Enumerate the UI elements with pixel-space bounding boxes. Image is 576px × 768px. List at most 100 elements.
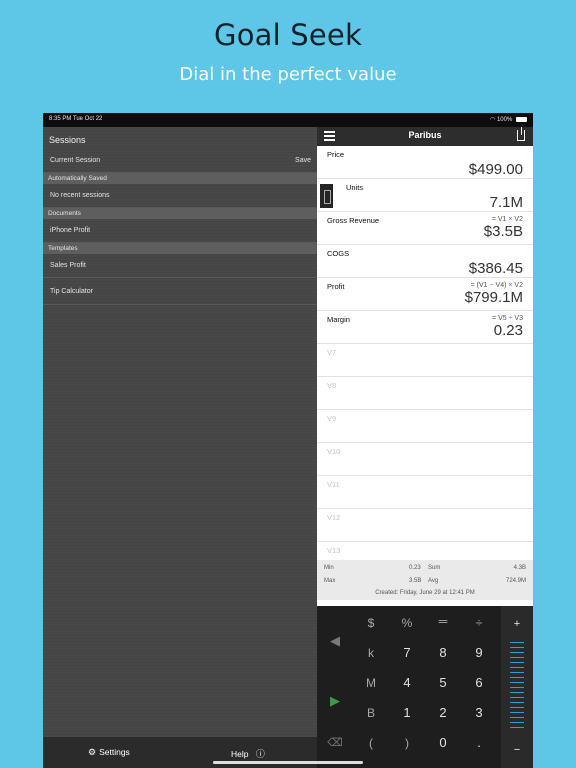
key-equals-icon[interactable]: ═: [425, 606, 461, 636]
variable-placeholder: V13: [327, 546, 341, 555]
key-4[interactable]: 4: [389, 668, 425, 698]
variable-row-v12[interactable]: V12: [317, 509, 533, 542]
variable-row-gross-revenue[interactable]: Gross Revenue = V1 × V2 $3.5B: [317, 212, 533, 245]
stat-min-label: Min: [324, 565, 334, 571]
key-9[interactable]: 9: [461, 638, 497, 668]
variable-row-v11[interactable]: V11: [317, 476, 533, 509]
stat-sum-value: 4.3B: [513, 565, 526, 571]
stats-bar: Min 0.23 Sum 4.3B Max 3.5B Avg 724.9M Cr…: [317, 560, 533, 600]
calculator-panel: Paribus Price $499.00 Units 7.1M Gross R…: [317, 127, 533, 768]
variable-name: Margin: [327, 315, 350, 324]
key-7[interactable]: 7: [389, 638, 425, 668]
formula-part: V3: [512, 315, 523, 322]
key-divide[interactable]: ÷: [461, 608, 497, 638]
template-item-sales-profit[interactable]: Sales Profit: [43, 254, 317, 278]
variable-formula: = (V1 − V4) × V2: [471, 282, 523, 289]
variable-value: 0.23: [493, 322, 523, 339]
key-8[interactable]: 8: [425, 638, 461, 668]
selection-handle-icon[interactable]: [320, 184, 333, 208]
variable-value: $3.5B: [483, 223, 523, 240]
document-item-label: iPhone Profit: [50, 227, 91, 234]
variable-value: $799.1M: [464, 289, 523, 306]
variable-value: 7.1M: [489, 194, 523, 211]
key-6[interactable]: 6: [461, 668, 497, 698]
nav-bar: Paribus: [317, 127, 533, 146]
key-5[interactable]: 5: [425, 668, 461, 698]
stat-avg-label: Avg: [428, 578, 439, 584]
variable-placeholder: V7: [327, 348, 337, 357]
variable-placeholder: V12: [327, 513, 341, 522]
settings-button[interactable]: ⚙ Settings: [88, 747, 130, 758]
variable-name: Price: [327, 150, 345, 159]
status-bar: 8:35 PM Tue Oct 22 ◠ 100%: [43, 113, 533, 127]
key-m[interactable]: M: [353, 668, 389, 698]
current-session-row[interactable]: Current Session Save: [43, 149, 317, 173]
variable-value: $386.45: [468, 260, 523, 277]
variable-row-margin[interactable]: Margin = V5 ÷ V3 0.23: [317, 311, 533, 344]
formula-part: = (V1: [470, 282, 490, 289]
stat-avg-value: 724.9M: [505, 578, 526, 584]
key-1[interactable]: 1: [389, 698, 425, 728]
variable-row-v13[interactable]: V13: [317, 542, 533, 560]
info-icon: ⓘ: [255, 749, 265, 759]
help-label: Help: [231, 749, 249, 759]
gear-icon: ⚙: [88, 747, 97, 757]
decrement-button[interactable]: −: [501, 740, 533, 760]
no-recent-row: No recent sessions: [43, 184, 317, 208]
key-percent[interactable]: %: [389, 608, 425, 638]
key-3[interactable]: 3: [461, 698, 497, 728]
template-item-label: Tip Calculator: [50, 288, 93, 295]
play-icon[interactable]: ▶: [317, 686, 353, 716]
variable-row-units[interactable]: Units 7.1M: [317, 179, 533, 212]
variable-row-profit[interactable]: Profit = (V1 − V4) × V2 $799.1M: [317, 278, 533, 311]
variable-placeholder: V8: [327, 381, 337, 390]
key-0[interactable]: 0: [425, 728, 461, 758]
formula-part: = V1: [491, 216, 509, 223]
key-close-paren[interactable]: ): [389, 728, 425, 758]
variable-row-v7[interactable]: V7: [317, 344, 533, 377]
stat-sum-label: Sum: [428, 565, 441, 571]
variable-row-cogs[interactable]: COGS $386.45: [317, 245, 533, 278]
help-button[interactable]: Help ⓘ: [231, 747, 268, 760]
formula-part: V2: [512, 282, 523, 289]
template-item-label: Sales Profit: [50, 262, 86, 269]
promo-title: Goal Seek: [214, 18, 362, 52]
formula-part: = V5: [492, 315, 509, 322]
key-2[interactable]: 2: [425, 698, 461, 728]
variable-row-v10[interactable]: V10: [317, 443, 533, 476]
key-decimal[interactable]: .: [461, 728, 497, 758]
section-auto-saved: Automatically Saved: [43, 173, 317, 184]
document-item[interactable]: iPhone Profit: [43, 219, 317, 243]
variable-value: $499.00: [468, 161, 523, 178]
created-date: Created: Friday, June 29 at 12:41 PM: [375, 590, 475, 596]
battery-icon: [516, 116, 527, 122]
app-title: Paribus: [408, 130, 442, 140]
save-button[interactable]: Save: [295, 157, 311, 164]
variable-row-price[interactable]: Price $499.00: [317, 146, 533, 179]
sessions-sidebar: Sessions Current Session Save Automatica…: [43, 127, 317, 768]
key-dollar[interactable]: $: [353, 608, 389, 638]
increment-button[interactable]: +: [501, 614, 533, 634]
move-left-icon[interactable]: ◀: [317, 626, 353, 656]
template-item-tip-calculator[interactable]: Tip Calculator: [43, 278, 317, 305]
share-icon[interactable]: [517, 127, 525, 141]
variable-row-v9[interactable]: V9: [317, 410, 533, 443]
section-templates-label: Templates: [48, 245, 78, 252]
variable-placeholder: V11: [327, 480, 340, 489]
key-k[interactable]: k: [353, 638, 389, 668]
key-open-paren[interactable]: (: [353, 728, 389, 758]
variable-row-v8[interactable]: V8: [317, 377, 533, 410]
variable-formula: = V5 ÷ V3: [492, 315, 523, 322]
status-right: ◠ 100%: [490, 116, 527, 123]
section-documents: Documents: [43, 208, 317, 219]
slider-track[interactable]: [510, 642, 524, 728]
variable-name: Profit: [327, 282, 345, 291]
stat-max-value: 3.5B: [409, 578, 422, 584]
variable-name: Gross Revenue: [327, 216, 380, 225]
backspace-icon[interactable]: ⌫: [317, 728, 353, 758]
key-b[interactable]: B: [353, 698, 389, 728]
variable-placeholder: V10: [327, 447, 341, 456]
variable-placeholder: V9: [327, 414, 337, 423]
settings-label: Settings: [99, 747, 130, 757]
status-time: 8:35 PM Tue Oct 22: [49, 116, 103, 122]
